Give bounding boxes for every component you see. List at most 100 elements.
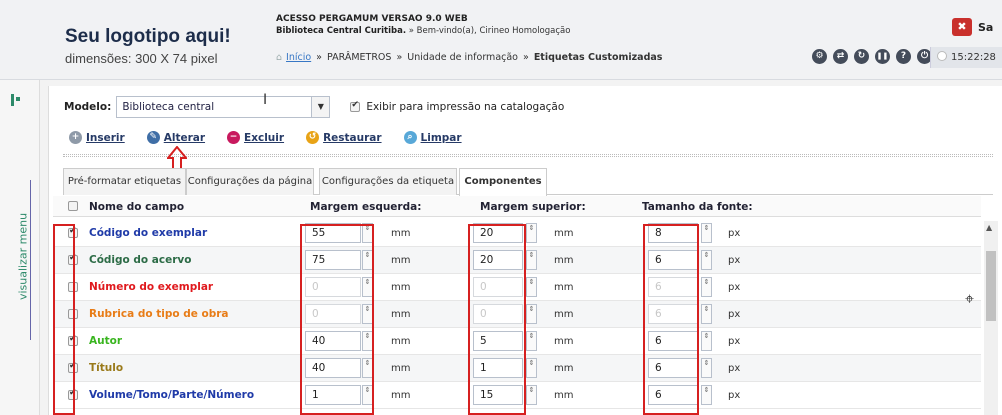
font-size-spinner[interactable]: ⇕ [701,385,712,405]
font-size-spinner[interactable]: ⇕ [701,331,712,351]
clear-button[interactable]: ⌕ Limpar [403,131,462,144]
insert-label[interactable]: Inserir [86,132,125,144]
search-icon: ⌕ [403,131,417,144]
insert-button[interactable]: + Inserir [69,131,125,144]
breadcrumb-separator: » [523,52,529,63]
swap-icon[interactable]: ⇄ [833,49,848,64]
font-size-spinner[interactable]: ⇕ [701,304,712,324]
exit-label[interactable]: Sa [978,21,993,34]
top-margin-spinner[interactable]: ⇕ [526,385,537,405]
top-margin-spinner[interactable]: ⇕ [526,304,537,324]
toolbar-divider [63,154,993,157]
library-name: Biblioteca Central Curitiba. [276,26,407,36]
header-icon-row: ⚙ ⇄ ↻ ❚❚ ? ⏻ [812,49,932,64]
select-all-checkbox[interactable] [68,201,78,211]
top-margin-unit: mm [554,336,574,347]
top-margin-spinner[interactable]: ⇕ [526,358,537,378]
scroll-thumb[interactable] [986,251,996,321]
breadcrumb-separator: » [316,52,322,63]
font-size-spinner[interactable]: ⇕ [701,250,712,270]
delete-button[interactable]: − Excluir [227,131,284,144]
header-top-margin: Margem superior: [480,201,586,213]
breadcrumb-home[interactable]: Início [286,52,311,63]
top-margin-spinner[interactable]: ⇕ [526,277,537,297]
field-name: Número do exemplar [89,281,214,293]
left-margin-unit: mm [391,363,411,374]
left-margin-unit: mm [391,336,411,347]
font-size-unit: px [728,336,741,347]
system-title: ACESSO PERGAMUM VERSAO 9.0 WEB [276,14,468,24]
field-name: Título [89,362,124,374]
highlight-checkbox-column [53,224,75,415]
field-name: Código do exemplar [89,227,208,239]
exit-icon[interactable]: ✖ [952,18,972,36]
settings-icon[interactable]: ⚙ [812,49,827,64]
header-font-size: Tamanho da fonte: [642,201,753,213]
top-margin-unit: mm [554,309,574,320]
delete-label[interactable]: Excluir [244,132,284,144]
breadcrumb-level1: PARÂMETROS [326,52,392,63]
header: Seu logotipo aqui! dimensões: 300 X 74 p… [0,0,1002,80]
edit-label[interactable]: Alterar [164,132,205,144]
pause-icon[interactable]: ❚❚ [875,49,890,64]
top-margin-spinner[interactable]: ⇕ [526,250,537,270]
model-label: Modelo: [64,101,112,113]
left-sidebar: visualizar menu [0,80,40,415]
home-icon[interactable]: ⌂ [276,52,282,63]
font-size-unit: px [728,363,741,374]
top-margin-unit: mm [554,282,574,293]
font-size-spinner[interactable]: ⇕ [701,223,712,243]
edit-button[interactable]: ✎ Alterar [146,131,205,144]
tab-preformat[interactable]: Pré-formatar etiquetas [63,168,186,195]
logo-subtitle: dimensões: 300 X 74 pixel [65,51,218,66]
text-cursor-icon: I [263,92,268,108]
help-icon[interactable]: ? [896,49,911,64]
chevron-down-icon[interactable]: ▼ [312,96,331,118]
restore-icon: ↺ [306,131,320,144]
restore-button[interactable]: ↺ Restaurar [306,131,382,144]
tab-components[interactable]: Componentes [459,168,547,196]
menu-toggle-tab[interactable]: visualizar menu [13,180,31,340]
model-select[interactable]: Biblioteca central [116,96,313,118]
tab-bar: Pré-formatar etiquetas Configurações da … [63,168,993,196]
font-size-spinner[interactable]: ⇕ [701,358,712,378]
font-size-unit: px [728,390,741,401]
breadcrumb-level2: Unidade de informação [407,52,518,63]
left-margin-unit: mm [391,228,411,239]
left-margin-unit: mm [391,309,411,320]
clock: 15:22:28 [930,47,1002,68]
collapse-marker-icon[interactable] [11,94,20,106]
print-option-label[interactable]: Exibir para impressão na catalogação [366,101,564,113]
menu-toggle-label[interactable]: visualizar menu [17,187,30,327]
scroll-up-icon[interactable]: ▲ [986,223,992,232]
clock-time: 15:22:28 [951,52,996,63]
checkbox-icon[interactable] [350,100,361,112]
left-margin-unit: mm [391,255,411,266]
refresh-icon[interactable]: ↻ [854,49,869,64]
left-margin-unit: mm [391,282,411,293]
table-scrollbar[interactable]: ▲ [984,221,998,415]
top-margin-unit: mm [554,255,574,266]
restore-label[interactable]: Restaurar [323,132,381,144]
main-panel: Modelo: Biblioteca central ▼ Exibir para… [48,86,1002,415]
tab-label-settings[interactable]: Configurações da etiqueta [319,168,457,195]
top-margin-spinner[interactable]: ⇕ [526,331,537,351]
tab-page-settings[interactable]: Configurações da página [186,168,314,195]
highlight-font-size-column [643,224,699,415]
plus-icon: + [69,131,82,144]
clear-label[interactable]: Limpar [421,132,462,144]
font-size-spinner[interactable]: ⇕ [701,277,712,297]
field-name: Rubrica do tipo de obra [89,308,229,320]
breadcrumb-current: Etiquetas Customizadas [533,52,663,63]
toolbar: + Inserir ✎ Alterar − Excluir ↺ Restaura… [69,131,462,144]
clock-icon [937,51,947,61]
highlight-top-margin-column [468,224,526,415]
welcome-text: » Bem-vindo(a), Cirineo Homologação [406,26,571,36]
header-left-margin: Margem esquerda: [310,201,422,213]
top-margin-spinner[interactable]: ⇕ [526,223,537,243]
print-option-checkbox[interactable]: Exibir para impressão na catalogação [350,100,564,113]
header-field-name: Nome do campo [89,201,185,213]
minus-icon: − [227,131,241,144]
edit-icon: ✎ [146,131,160,144]
left-margin-unit: mm [391,390,411,401]
